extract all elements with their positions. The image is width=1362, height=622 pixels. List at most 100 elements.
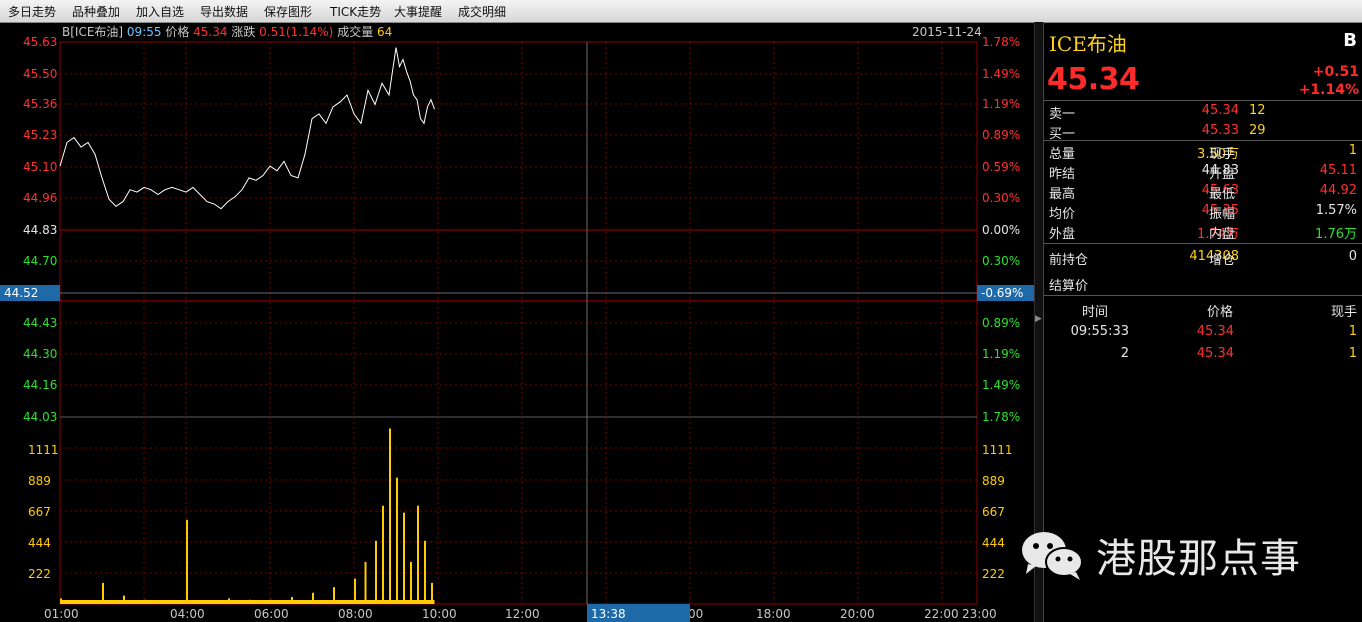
volume-tick-label: 444 xyxy=(982,536,1005,550)
stat-label: 内盘 xyxy=(1209,227,1236,242)
divider xyxy=(1044,140,1362,141)
stat-label: 最高 xyxy=(1049,187,1076,202)
volume-bar xyxy=(389,428,391,604)
price-series xyxy=(59,47,435,210)
menu-bar: 多日走势 品种叠加 加入自选 导出数据 保存图形 TICK走势 大事提醒 成交明细 xyxy=(0,0,1362,23)
time-tick-label: 23:00 xyxy=(962,607,997,621)
volume-bars xyxy=(60,428,435,604)
volume-bar xyxy=(417,505,419,604)
stat-value: 1.76万 xyxy=(1315,227,1357,242)
menu-item[interactable]: 加入自选 xyxy=(136,3,184,20)
divider xyxy=(1044,243,1362,244)
stat-label: 均价 xyxy=(1049,207,1076,222)
percent-tick-label: 0.30% xyxy=(982,191,1020,205)
menu-item[interactable]: 保存图形 xyxy=(264,3,312,20)
crosshair-time: 13:38 xyxy=(591,607,626,621)
volume-tick-label: 1111 xyxy=(982,443,1013,457)
price-tick-label: 44.16 xyxy=(23,378,57,392)
stat-label: 振幅 xyxy=(1209,207,1236,222)
price-tick-label: 44.43 xyxy=(23,316,57,330)
intraday-chart[interactable]: 45.63 45.50 45.36 45.23 45.10 44.96 44.83 44.70… xyxy=(0,22,1034,622)
instrument-name: ICE布油 xyxy=(1049,32,1127,56)
tick-volume: 1 xyxy=(1348,346,1357,361)
stat-value: 1.57% xyxy=(1315,203,1357,218)
volume-bar xyxy=(410,561,412,604)
volume-bar xyxy=(364,561,367,604)
percent-tick-label: 1.19% xyxy=(982,347,1020,361)
percent-tick-label: 1.19% xyxy=(982,97,1020,111)
ticks-header-time: 时间 xyxy=(1082,305,1109,320)
instrument-badge: B xyxy=(1343,30,1357,51)
ask-volume: 12 xyxy=(1249,103,1266,118)
divider xyxy=(1044,100,1362,101)
collapse-arrow-icon: ▶ xyxy=(1035,314,1042,324)
chart-header-text: B[ICE布油] 09:55 价格 45.34 涨跌 0.51(1.14%) 成… xyxy=(62,24,392,39)
volume-tick-label: 222 xyxy=(982,567,1005,581)
open-interest-label: 前持仓 xyxy=(1049,253,1089,268)
stat-label: 外盘 xyxy=(1049,227,1076,242)
percent-tick-label: 1.49% xyxy=(982,378,1020,392)
price-line xyxy=(59,47,435,210)
watermark: 港股那点事 xyxy=(1018,524,1358,584)
volume-bar xyxy=(396,477,398,604)
oi-increase-value: 0 xyxy=(1348,249,1357,264)
stat-value: 1 xyxy=(1348,143,1357,158)
percent-tick-label: 0.89% xyxy=(982,128,1020,142)
volume-bar xyxy=(403,512,405,604)
stat-label: 现手 xyxy=(1209,147,1236,162)
stat-value: 45.11 xyxy=(1319,163,1357,178)
volume-bar xyxy=(375,540,377,604)
settlement-label: 结算价 xyxy=(1049,279,1089,294)
menu-item[interactable]: 导出数据 xyxy=(200,3,248,20)
time-tick-label: 20:00 xyxy=(840,607,875,621)
menu-item[interactable]: 成交明细 xyxy=(458,3,506,20)
divider xyxy=(1044,295,1362,296)
volume-tick-label: 444 xyxy=(28,536,51,550)
ticks-header-price: 价格 xyxy=(1207,305,1234,320)
chart-header: B[ICE布油] 09:55 价格 45.34 涨跌 0.51(1.14%) 成… xyxy=(62,24,982,39)
tick-price: 45.34 xyxy=(1196,346,1234,361)
bid-price: 45.33 xyxy=(1201,123,1239,138)
wechat-logo-icon xyxy=(1022,532,1083,580)
percent-tick-label: 1.78% xyxy=(982,35,1020,49)
percent-tick-label: 0.30% xyxy=(982,254,1020,268)
stat-label: 最低 xyxy=(1209,187,1236,202)
watermark-text: 港股那点事 xyxy=(1096,536,1301,582)
menu-item[interactable]: 大事提醒 xyxy=(394,3,442,20)
plot-frame xyxy=(59,41,978,605)
price-tick-label: 44.03 xyxy=(23,410,57,424)
menu-item[interactable]: 品种叠加 xyxy=(72,3,120,20)
price-tick-label: 44.96 xyxy=(23,191,57,205)
ticks-header-volume: 现手 xyxy=(1331,305,1358,320)
volume-tick-label: 667 xyxy=(982,505,1005,519)
menu-item[interactable]: TICK走势 xyxy=(330,3,381,20)
last-price: 45.34 xyxy=(1047,62,1140,97)
time-tick-label: 06:00 xyxy=(254,607,289,621)
percent-tick-label: 0.59% xyxy=(982,160,1020,174)
menu-item[interactable]: 多日走势 xyxy=(8,3,56,20)
price-tick-label: 45.36 xyxy=(23,97,57,111)
volume-bar xyxy=(186,519,188,604)
tick-volume: 1 xyxy=(1348,324,1357,339)
price-tick-label: 44.83 xyxy=(23,223,57,237)
volume-tick-label: 889 xyxy=(28,474,51,488)
volume-tick-label: 667 xyxy=(28,505,51,519)
stat-label: 开盘 xyxy=(1209,167,1236,182)
time-tick-label: 22:00 xyxy=(924,607,959,621)
percent-tick-label: 1.49% xyxy=(982,67,1020,81)
price-tick-label: 44.30 xyxy=(23,347,57,361)
volume-tick-label: 1111 xyxy=(28,443,59,457)
oi-increase-label: 增仓 xyxy=(1209,253,1236,268)
time-tick-label: 12:00 xyxy=(505,607,540,621)
crosshair: 44.52 -0.69% 13:38 xyxy=(0,285,1034,622)
price-change-percent: +1.14% xyxy=(1298,82,1359,98)
volume-baseline xyxy=(60,600,435,604)
time-tick-label: 10:00 xyxy=(422,607,457,621)
tick-price: 45.34 xyxy=(1196,324,1234,339)
tick-time: 09:55:33 xyxy=(1070,324,1129,339)
stat-label: 总量 xyxy=(1049,147,1076,162)
ask-label: 卖一 xyxy=(1049,107,1076,122)
volume-tick-label: 222 xyxy=(28,567,51,581)
volume-tick-label: 889 xyxy=(982,474,1005,488)
percent-tick-label: 1.78% xyxy=(982,410,1020,424)
